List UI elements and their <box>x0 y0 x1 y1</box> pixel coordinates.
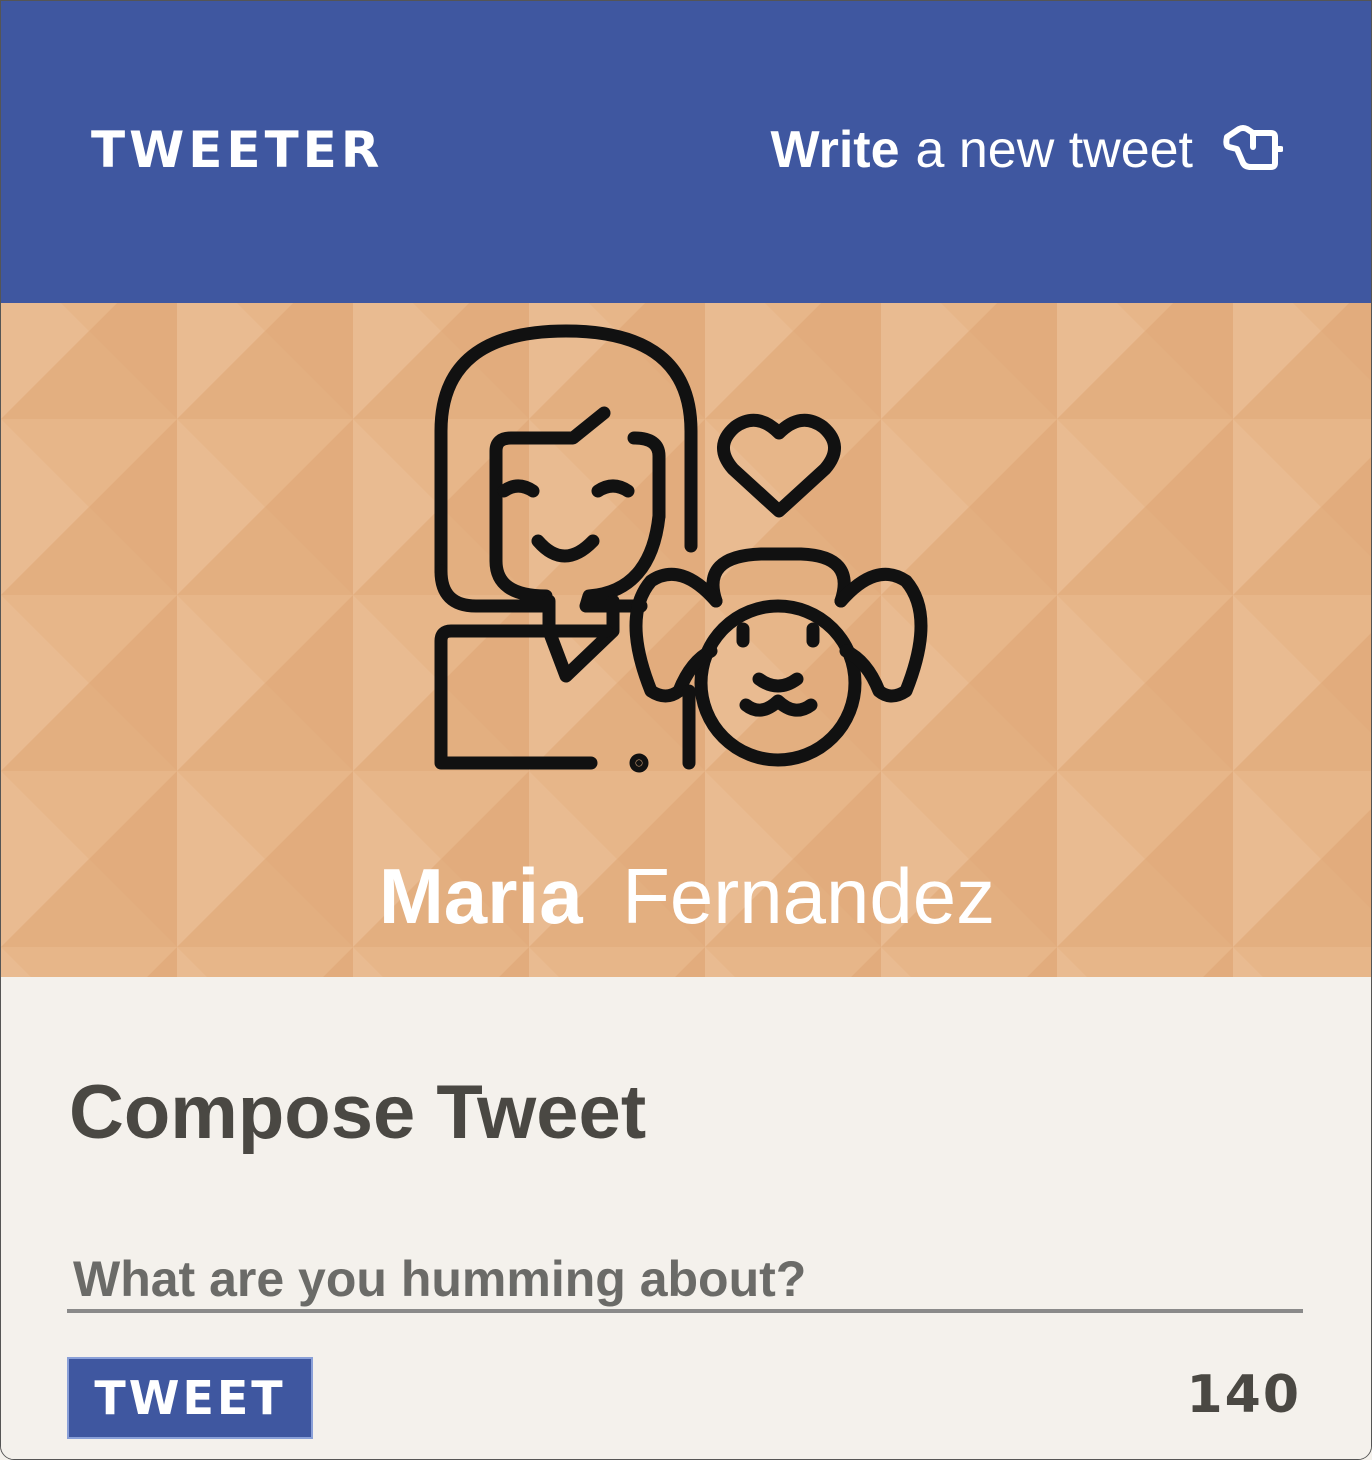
profile-name: Maria Fernandez <box>1 851 1371 942</box>
pointing-hand-icon <box>1223 119 1284 180</box>
woman-with-dog-avatar <box>431 321 943 786</box>
tweet-input[interactable] <box>67 1249 1303 1313</box>
write-new-tweet-link[interactable]: Write a new tweet <box>770 119 1284 180</box>
top-nav-bar: TWEETER Write a new tweet <box>1 1 1371 303</box>
compose-title: Compose Tweet <box>69 1070 647 1155</box>
last-name: Fernandez <box>622 852 996 940</box>
brand-logo[interactable]: TWEETER <box>91 121 383 179</box>
compose-section: Compose Tweet TWEET 140 <box>1 977 1371 1459</box>
tweet-button[interactable]: TWEET <box>67 1357 313 1439</box>
write-link-bold: Write <box>770 120 900 179</box>
character-counter: 140 <box>1186 1365 1301 1425</box>
profile-banner: Maria Fernandez <box>1 303 1371 977</box>
write-link-text: a new tweet <box>915 120 1194 179</box>
app-window: TWEETER Write a new tweet Maria Fernande… <box>0 0 1372 1460</box>
first-name: Maria <box>378 852 583 940</box>
